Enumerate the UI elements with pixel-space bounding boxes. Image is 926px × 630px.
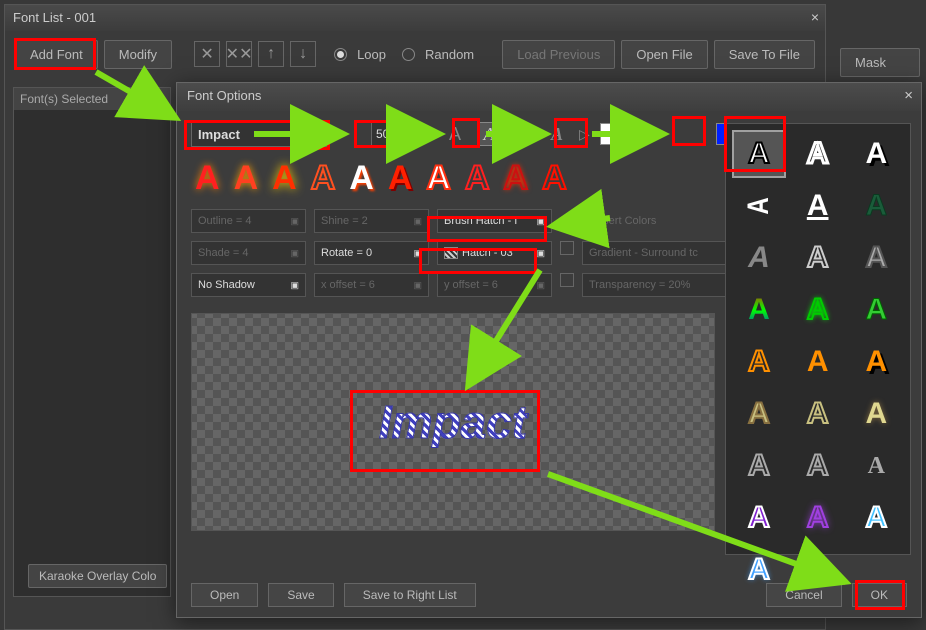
open-button[interactable]: Open — [191, 583, 258, 607]
preset-a[interactable]: A — [234, 161, 259, 195]
gallery-item[interactable]: A — [732, 130, 786, 178]
gradient-control[interactable]: Gradient - Surround tc — [582, 241, 732, 265]
random-label: Random — [425, 47, 474, 62]
save-button[interactable]: Save — [268, 583, 333, 607]
gallery-item[interactable]: A — [791, 338, 845, 386]
gallery-item[interactable]: A — [849, 338, 903, 386]
move-down-icon[interactable]: ↓ — [290, 41, 316, 67]
gallery-item[interactable]: A — [735, 184, 783, 227]
gallery-item[interactable]: A — [849, 130, 903, 178]
gallery-item[interactable]: A — [732, 286, 786, 334]
shine-control[interactable]: Shine = 2▣ — [314, 209, 429, 233]
preset-a[interactable]: A — [195, 161, 220, 195]
preset-a[interactable]: A — [465, 161, 490, 195]
main-toolbar: Add Font Modify ✕ ✕✕ ↑ ↓ Loop Random Loa… — [5, 31, 825, 77]
cancel-button[interactable]: Cancel — [766, 583, 841, 607]
loop-label: Loop — [357, 47, 386, 62]
dialog-title: Font Options — [187, 88, 261, 103]
hatch-select[interactable]: Hatch - 03▣ — [437, 241, 552, 265]
mask-button[interactable]: Mask — [840, 48, 920, 77]
gallery-item[interactable]: A — [849, 234, 903, 282]
gallery-item[interactable]: A — [791, 390, 845, 438]
modify-button[interactable]: Modify — [104, 40, 172, 69]
gallery-item[interactable]: A — [791, 130, 845, 178]
preset-a[interactable]: A — [426, 161, 451, 195]
font-sidebar: Font(s) Selected Karaoke Overlay Colo — [13, 87, 171, 597]
gallery-item[interactable]: A — [791, 442, 845, 490]
preset-a[interactable]: A — [542, 161, 567, 195]
gradient-checkbox[interactable] — [560, 241, 574, 255]
gallery-item[interactable]: A — [849, 286, 903, 334]
load-previous-button[interactable]: Load Previous — [502, 40, 615, 69]
preset-a[interactable]: A — [504, 161, 529, 195]
gallery-item[interactable]: A — [732, 494, 786, 542]
y-offset-control[interactable]: y offset = 6▣ — [437, 273, 552, 297]
transparency-checkbox[interactable] — [560, 273, 574, 287]
random-radio[interactable] — [402, 48, 415, 61]
gallery-item[interactable]: A — [849, 390, 903, 438]
font-preview-area: Impact — [191, 313, 715, 531]
chevron-right-icon: ▷ — [579, 126, 590, 143]
gallery-item[interactable]: A — [849, 182, 903, 230]
close-icon[interactable]: × — [811, 9, 819, 25]
gallery-item[interactable]: A — [732, 390, 786, 438]
preset-a[interactable]: A — [349, 161, 374, 195]
outline-control[interactable]: Outline = 4▣ — [191, 209, 306, 233]
style-regular-icon[interactable]: A — [443, 122, 467, 146]
gallery-item[interactable]: A — [732, 442, 786, 490]
insert-colors-button[interactable]: Insert Colors — [588, 209, 703, 233]
shade-control[interactable]: Shade = 4▣ — [191, 241, 306, 265]
ok-button[interactable]: OK — [852, 583, 907, 607]
gallery-item[interactable]: A — [791, 182, 845, 230]
save-to-right-list-button[interactable]: Save to Right List — [344, 583, 476, 607]
karaoke-overlay-button[interactable]: Karaoke Overlay Colo — [28, 564, 167, 588]
style-gallery: A A A A A A A A A A A A A A A A A A A A … — [725, 123, 911, 555]
fill-color-swatch[interactable] — [600, 123, 626, 145]
brush-hatch-select[interactable]: Brush Hatch - I▣ — [437, 209, 552, 233]
window-title: Font List - 001 — [13, 10, 96, 25]
preset-a[interactable]: A — [311, 161, 336, 195]
open-file-button[interactable]: Open File — [621, 40, 707, 69]
preset-a[interactable]: A — [272, 161, 297, 195]
gallery-item[interactable]: A — [849, 494, 903, 542]
rotate-control[interactable]: Rotate = 0▣ — [314, 241, 429, 265]
sidebar-header: Font(s) Selected — [14, 88, 170, 110]
save-to-file-button[interactable]: Save To File — [714, 40, 815, 69]
gallery-item[interactable]: A — [791, 286, 845, 334]
font-options-dialog: Font Options × A A A A ▷ A A A A A A A A… — [176, 82, 922, 618]
x-offset-control[interactable]: x offset = 6▣ — [314, 273, 429, 297]
style-italic-icon[interactable]: A — [477, 122, 501, 146]
preview-text: Impact — [379, 395, 527, 449]
font-size-input[interactable] — [371, 122, 405, 146]
delete-all-icon[interactable]: ✕✕ — [226, 41, 252, 67]
preset-a[interactable]: A — [388, 161, 413, 195]
gallery-item[interactable]: A — [791, 494, 845, 542]
gallery-item[interactable]: A — [732, 234, 786, 282]
gallery-item[interactable]: A — [732, 338, 786, 386]
dialog-close-icon[interactable]: × — [904, 87, 913, 104]
move-up-icon[interactable]: ↑ — [258, 41, 284, 67]
window-title-bar: Font List - 001 × — [5, 5, 825, 31]
dialog-title-bar: Font Options × — [177, 83, 921, 111]
gallery-item[interactable]: A — [791, 234, 845, 282]
shadow-select[interactable]: No Shadow▣ — [191, 273, 306, 297]
dialog-bottom-bar: Open Save Save to Right List Cancel OK — [191, 583, 907, 607]
style-bold-icon[interactable]: A — [511, 122, 535, 146]
transparency-control[interactable]: Transparency = 20% — [582, 273, 732, 297]
loop-radio[interactable] — [334, 48, 347, 61]
font-name-input[interactable] — [191, 121, 327, 147]
add-font-button[interactable]: Add Font — [15, 40, 98, 69]
gallery-item[interactable]: A — [849, 442, 903, 490]
style-bold-italic-icon[interactable]: A — [545, 122, 569, 146]
delete-icon[interactable]: ✕ — [194, 41, 220, 67]
